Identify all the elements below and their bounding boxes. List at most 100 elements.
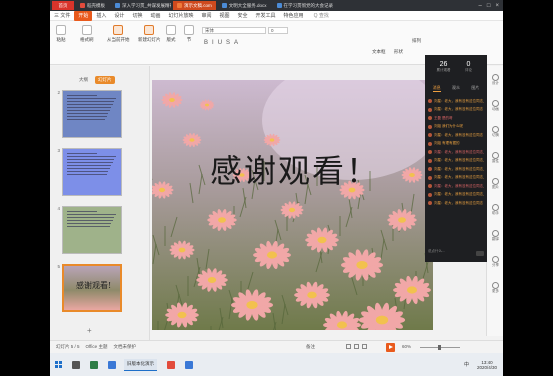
textbox-button[interactable]: 文本框: [372, 49, 386, 55]
menu-item[interactable]: 开发工具: [252, 11, 280, 21]
slide-number: 5: [57, 264, 60, 269]
document-tab-strip: 首页 稻壳模板 深入学习贯_共谋发展精神 演示文稿.com 文明大全服务.docx 在学习…: [50, 0, 503, 11]
side-pane-button[interactable]: 翻译: [489, 230, 502, 242]
thumbnail-text-lines: [67, 95, 117, 120]
input-language-indicator[interactable]: 中: [464, 361, 469, 368]
protection-status[interactable]: 文档未保护: [113, 344, 136, 350]
zoom-slider-thumb[interactable]: [438, 345, 441, 350]
section-button[interactable]: 节: [184, 25, 194, 43]
side-pane-icon: [492, 126, 499, 133]
menu-item[interactable]: 视图: [216, 11, 234, 21]
play-from-current-button[interactable]: 从当前开始: [107, 25, 130, 43]
slide-thumbnail[interactable]: [62, 206, 122, 254]
side-pane-button[interactable]: 切换: [489, 126, 502, 138]
menu-item[interactable]: 设计: [110, 11, 128, 21]
font-style-button[interactable]: B: [204, 40, 208, 46]
font-style-button[interactable]: I: [212, 40, 214, 46]
side-pane-button[interactable]: 动画: [489, 100, 502, 112]
slide-title[interactable]: 感谢观看！: [210, 146, 380, 192]
zoom-level[interactable]: 60%: [402, 344, 411, 349]
sorter-view-icon[interactable]: [354, 344, 359, 349]
send-comment-button[interactable]: [476, 251, 484, 256]
document-icon[interactable]: [185, 360, 193, 369]
minimize-icon[interactable]: –: [479, 3, 482, 9]
font-style-button[interactable]: S: [226, 40, 230, 46]
browser-icon[interactable]: [90, 360, 98, 369]
font-style-button[interactable]: U: [218, 40, 222, 46]
side-pane-icon: [492, 282, 499, 289]
paste-label: 粘贴: [56, 37, 66, 42]
live-message: 刘星：老大，我有没有这位同志_刘: [428, 97, 484, 106]
normal-view-icon[interactable]: [346, 344, 351, 349]
menu-item[interactable]: 特色应用: [280, 11, 308, 21]
side-pane-button[interactable]: 设计: [489, 74, 502, 86]
slide-thumbnail[interactable]: 感谢观看!: [62, 264, 122, 312]
font-size-select[interactable]: 0: [268, 27, 288, 34]
clock[interactable]: 13:40 2020/4/30: [477, 360, 497, 370]
live-panel-tab[interactable]: 图片: [471, 85, 479, 92]
slide-thumbnail-row[interactable]: 5 感谢观看!: [54, 264, 122, 312]
avatar: [428, 124, 432, 129]
arrange-button[interactable]: 排列: [412, 38, 421, 44]
side-pane-button[interactable]: 助手: [489, 204, 502, 216]
document-tab[interactable]: 深入学习贯_共谋发展精神: [111, 1, 171, 10]
layout-button[interactable]: 版式: [166, 25, 176, 43]
slide-thumbnail[interactable]: [62, 90, 122, 138]
menu-item[interactable]: 审阅: [197, 11, 215, 21]
windows-start-icon[interactable]: [55, 361, 62, 368]
format-painter-button[interactable]: 格式刷: [80, 25, 94, 43]
file-explorer-icon[interactable]: [108, 360, 116, 369]
shapes-button[interactable]: 形状: [394, 49, 403, 55]
live-message-text: 刘星：老大，我有没有这位同志_刘: [434, 149, 484, 154]
live-message-text: 刘星：老大，我有没有这位同志: [434, 132, 483, 137]
font-style-button[interactable]: A: [234, 40, 238, 46]
side-pane-button[interactable]: 属性: [489, 152, 502, 164]
live-panel-tab[interactable]: 消息: [432, 85, 441, 92]
slide-canvas[interactable]: 感谢观看！: [152, 80, 433, 330]
notes-toggle[interactable]: 备注: [306, 344, 315, 350]
live-panel-tab[interactable]: 观众: [452, 85, 460, 92]
document-tab[interactable]: 演示文稿.com: [173, 1, 216, 10]
menu-item[interactable]: 三 文件: [50, 11, 74, 21]
section-icon: [184, 25, 194, 35]
live-stat: 26 累计观看: [431, 61, 456, 79]
font-name-select[interactable]: 宋体: [202, 27, 266, 34]
side-pane-button[interactable]: 更多: [489, 282, 502, 294]
document-tab[interactable]: 首页: [52, 1, 74, 10]
side-pane-button[interactable]: 图片: [489, 178, 502, 190]
menu-search[interactable]: Q 查找: [314, 12, 329, 19]
menu-item[interactable]: 幻灯片放映: [164, 11, 197, 21]
maximize-icon[interactable]: □: [487, 3, 491, 9]
panel-tab[interactable]: 大纲: [76, 76, 91, 84]
taskbar-app-presentation[interactable]: 旧版本化演示: [124, 358, 157, 371]
search-icon[interactable]: [72, 360, 80, 369]
slide-thumbnail[interactable]: [62, 148, 122, 196]
panel-tab[interactable]: 幻灯片: [95, 76, 115, 84]
reading-view-icon[interactable]: [362, 344, 367, 349]
avatar: [428, 184, 432, 189]
document-tab[interactable]: 在学习贯彻党的大会记录表: [273, 1, 333, 10]
slide-thumbnail-row[interactable]: 4: [54, 206, 122, 254]
side-pane-icon: [492, 230, 499, 237]
add-slide-button[interactable]: +: [87, 326, 92, 335]
slideshow-play-button[interactable]: [386, 343, 395, 352]
menu-item[interactable]: 开始: [74, 10, 93, 21]
slide-thumbnail-row[interactable]: 2: [54, 90, 122, 138]
paste-button[interactable]: 粘贴: [56, 25, 66, 43]
new-slide-button[interactable]: 新建幻灯片: [138, 25, 161, 43]
close-icon[interactable]: ×: [495, 3, 499, 9]
menu-item[interactable]: 切换: [128, 11, 146, 21]
side-pane-icon: [492, 152, 499, 159]
document-tab[interactable]: 文明大全服务.docx: [218, 1, 271, 10]
menu-item[interactable]: 动画: [146, 11, 164, 21]
menu-item[interactable]: 安全: [234, 11, 252, 21]
clock-date: 2020/4/30: [476, 364, 497, 370]
document-tab[interactable]: 稻壳模板: [76, 1, 109, 10]
slide-thumbnail-row[interactable]: 3: [54, 148, 122, 196]
menu-item[interactable]: 插入: [92, 11, 110, 21]
avatar: [428, 107, 432, 112]
live-comment-input[interactable]: 说点什么...: [428, 249, 445, 254]
wps-icon[interactable]: [167, 360, 175, 369]
side-pane-icon: [492, 74, 499, 81]
side-pane-button[interactable]: 分享: [489, 256, 502, 268]
